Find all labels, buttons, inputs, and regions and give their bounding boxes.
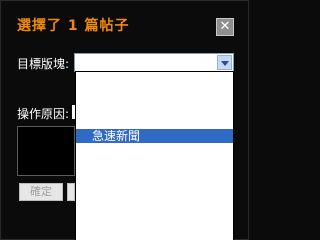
reason-label: 操作原因:: [17, 107, 70, 121]
target-forum-select[interactable]: [74, 53, 234, 72]
close-icon: ✕: [219, 19, 231, 34]
target-forum-label: 目標版塊:: [17, 57, 70, 71]
target-forum-dropdown-list: 急速新聞: [75, 71, 234, 240]
dropdown-option-selected[interactable]: 急速新聞: [76, 129, 233, 143]
move-threads-dialog: 選擇了 1 篇帖子 ✕ 目標版塊: 操作原因: 確定 急速新聞: [0, 0, 249, 240]
reason-textarea[interactable]: [17, 126, 75, 176]
dialog-title: 選擇了 1 篇帖子: [17, 18, 130, 34]
cancel-button[interactable]: [67, 183, 75, 201]
chevron-down-icon[interactable]: [217, 55, 232, 70]
confirm-button[interactable]: 確定: [19, 183, 63, 201]
close-button[interactable]: ✕: [216, 18, 234, 36]
